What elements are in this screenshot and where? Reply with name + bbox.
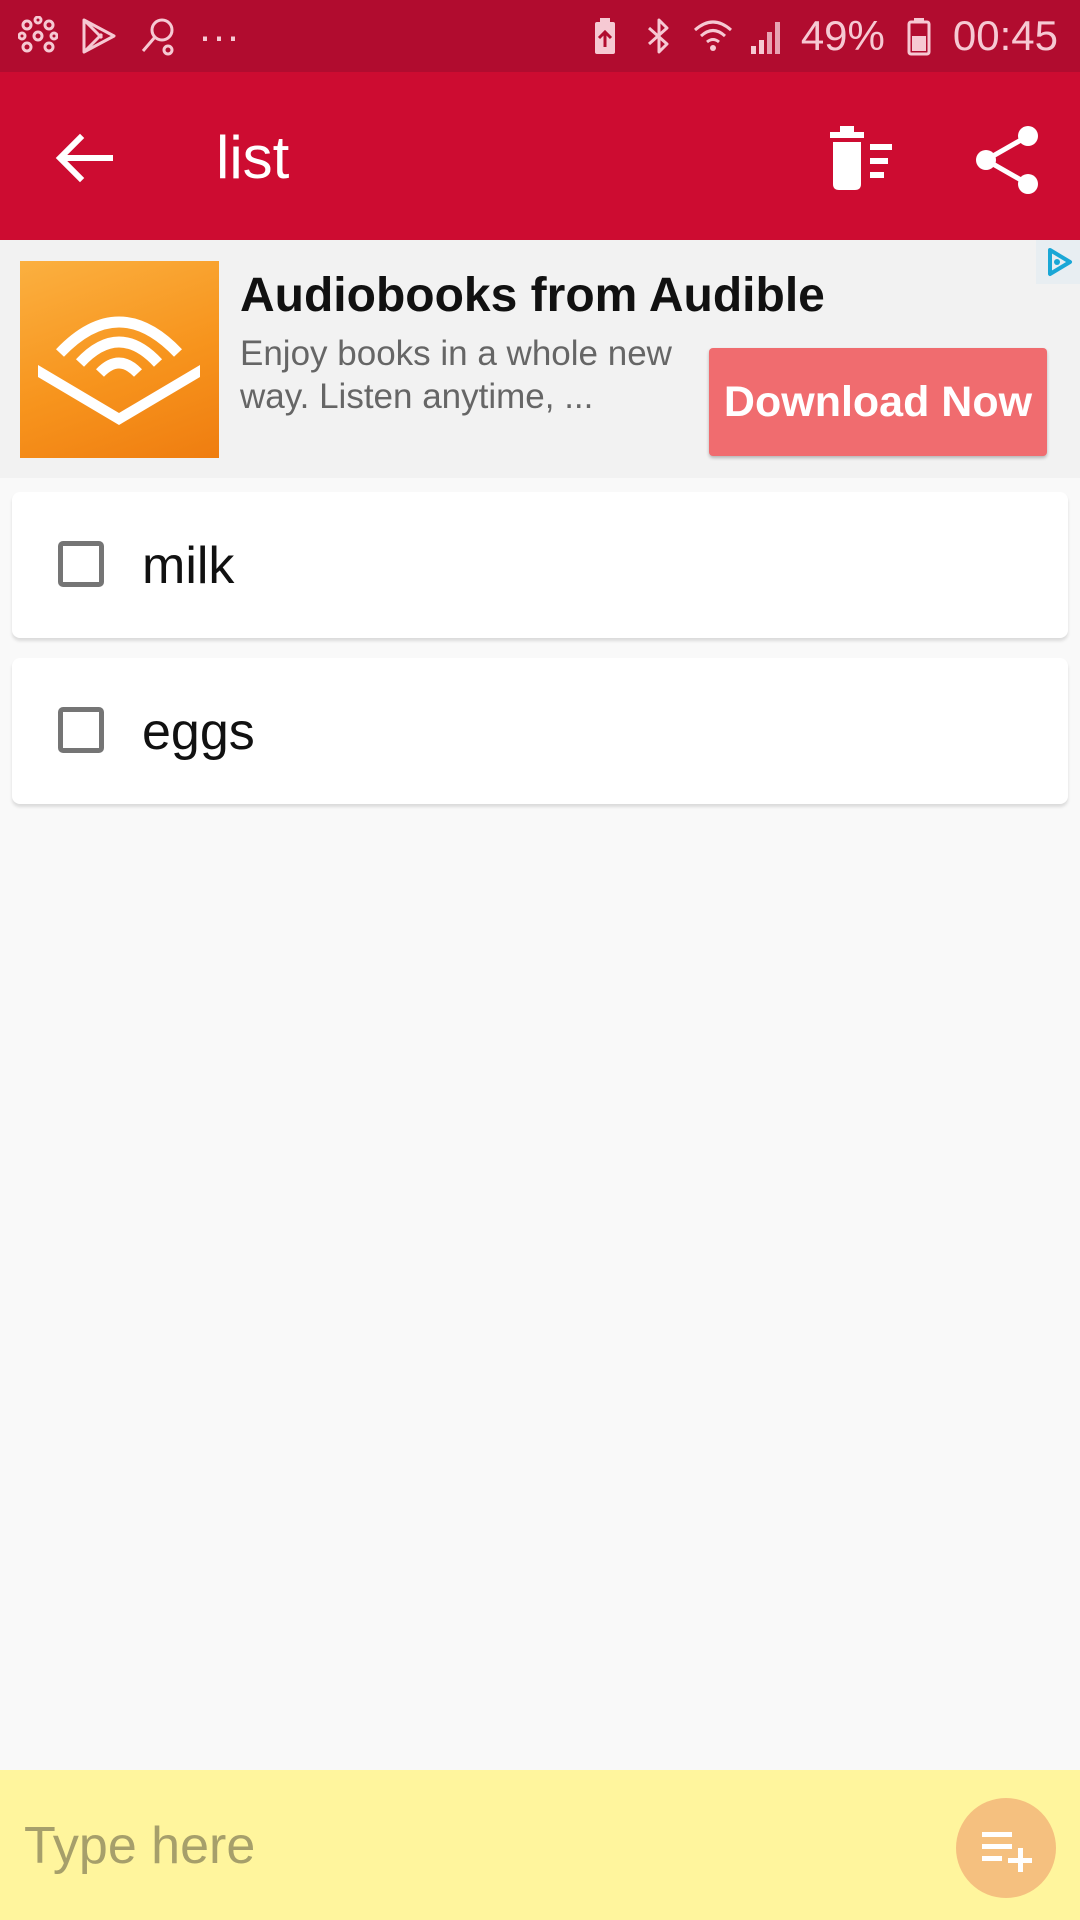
- input-bar: [0, 1770, 1080, 1920]
- ad-title[interactable]: Audiobooks from Audible: [240, 268, 825, 323]
- ad-description: Enjoy books in a whole new way. Listen a…: [240, 334, 672, 416]
- add-item-button[interactable]: [956, 1798, 1056, 1898]
- item-checkbox[interactable]: [58, 541, 104, 587]
- list-item[interactable]: milk: [12, 492, 1068, 638]
- notification-icons: ···: [17, 12, 240, 59]
- share-button[interactable]: [968, 120, 1048, 200]
- play-store-icon: [78, 16, 118, 56]
- page-title: list: [216, 124, 290, 191]
- battery-icon: [899, 16, 939, 56]
- audible-logo-icon[interactable]: [20, 261, 219, 458]
- wifi-icon: [693, 16, 733, 56]
- clock: 00:45: [952, 12, 1058, 59]
- status-bar: ··· 49% 00:45: [0, 0, 1080, 72]
- back-arrow-icon: [44, 118, 124, 198]
- more-notifications-icon: ···: [198, 12, 240, 59]
- clear-list-button[interactable]: [824, 124, 900, 200]
- app-bar: list: [0, 72, 1080, 240]
- bluetooth-icon: [639, 16, 679, 56]
- search-notification-icon: [138, 16, 178, 56]
- list-item[interactable]: eggs: [12, 658, 1068, 804]
- share-icon: [968, 120, 1048, 200]
- item-input[interactable]: [24, 1806, 924, 1886]
- download-now-button[interactable]: Download Now: [709, 348, 1047, 456]
- signal-icon: [747, 16, 787, 56]
- item-label: eggs: [142, 703, 255, 761]
- item-list: milk eggs: [12, 492, 1068, 824]
- system-icons: 49% 00:45: [585, 10, 1058, 62]
- app-notification-icon: [17, 15, 59, 56]
- clear-list-icon: [824, 124, 900, 200]
- item-checkbox[interactable]: [58, 707, 104, 753]
- ad-banner[interactable]: Audiobooks from Audible Enjoy books in a…: [0, 240, 1080, 478]
- battery-percent: 49%: [800, 12, 885, 59]
- playlist-add-icon: [978, 1820, 1034, 1876]
- battery-saver-icon: [585, 16, 625, 56]
- ad-choices-icon[interactable]: [1036, 240, 1080, 284]
- back-button[interactable]: [44, 118, 124, 198]
- item-label: milk: [142, 537, 235, 595]
